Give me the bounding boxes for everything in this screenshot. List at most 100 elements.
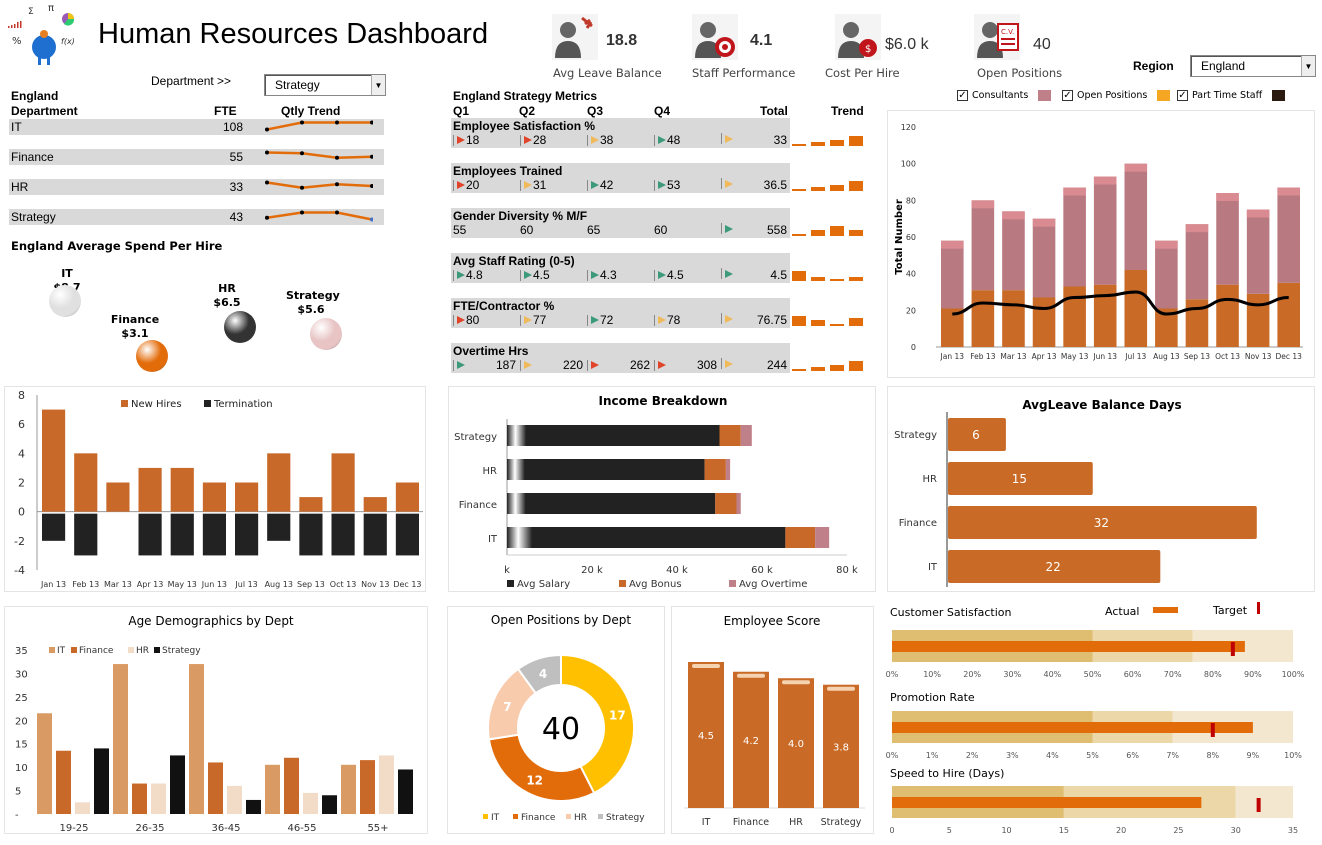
flag-pole (520, 134, 521, 146)
trend-bar (811, 230, 825, 236)
sparkline-line (266, 181, 373, 190)
staff-totals-chart-panel: 0 20 40 60 80 100 120 Total Number Jan 13 Feb 13 M… (887, 110, 1315, 378)
dept-name: HR (11, 180, 29, 194)
avg-bonus-bar (704, 459, 726, 480)
x-tick-label: 3% (1006, 751, 1019, 760)
avg-salary-bar (507, 493, 716, 514)
trend-bar (830, 279, 844, 281)
metric-quarter-cell: 4.8 (453, 268, 483, 282)
legend-swatch (1157, 90, 1171, 101)
hires-terminations-chart: -4 -2 0 2 4 6 8 Jan 13 Feb 13 Mar 13 Apr 13 May 13 J… (14, 389, 423, 589)
x-tick-label: Jul 13 (234, 580, 257, 589)
x-tick-label: Finance (733, 817, 769, 828)
x-tick-label: Aug 13 (265, 580, 293, 589)
staff-legend-item[interactable]: ✓ Open Positions (1062, 90, 1171, 101)
flag-pole (520, 314, 521, 326)
x-tick-label: 5% (1086, 751, 1099, 760)
metric-total: 36.5 (763, 178, 787, 192)
metrics-title: England Strategy Metrics (453, 89, 598, 103)
metric-quarter-cell: 28 (520, 133, 546, 147)
metric-row: FTE/Contractor % 80 77 72 78 76.75 (451, 298, 790, 328)
legend-label: IT (491, 813, 500, 823)
termination-bar (42, 513, 66, 541)
y-tick-label: 20 (906, 306, 916, 315)
region-dropdown-value: England (1201, 59, 1246, 73)
flag-pole (453, 359, 454, 371)
y-tick-label: 0 (18, 506, 25, 519)
sparkline-point (265, 215, 269, 220)
metric-total: 4.5 (770, 268, 787, 282)
flag-pole (520, 269, 521, 281)
person-plane-icon (552, 14, 598, 60)
donut-center-total: 40 (542, 712, 580, 747)
kpi-value: 40 (1033, 36, 1051, 53)
consultants-bar (1155, 240, 1178, 309)
x-tick-label: Feb 13 (72, 580, 99, 589)
department-selector-label: Department >> (151, 74, 232, 88)
staff-legend-item[interactable]: ✓ Part Time Staff (1177, 90, 1286, 101)
x-tick-label: 90% (1244, 670, 1262, 679)
spend-dept-name: HR (218, 282, 236, 295)
spend-sphere (310, 318, 342, 350)
x-tick-label: Nov 13 (1245, 352, 1272, 361)
y-tick-label: 80 (906, 196, 916, 205)
chevron-down-icon[interactable]: ▼ (1301, 56, 1315, 76)
legend-swatch (128, 647, 134, 653)
metric-row: Avg Staff Rating (0-5) 4.8 4.5 4.3 4.5 4.5 (451, 253, 790, 283)
legend-checkbox[interactable]: ✓ (957, 90, 968, 101)
legend-label: Strategy (606, 813, 645, 823)
flag-pole (520, 359, 521, 371)
x-tick-label: 5 (947, 826, 952, 835)
y-tick-label: 6 (18, 418, 25, 431)
svg-text:%: % (12, 36, 22, 47)
staff-legend-item[interactable]: ✓ Consultants (957, 90, 1052, 101)
legend-swatch (483, 814, 488, 819)
spend-sphere (49, 285, 81, 317)
metric-quarter-cell: 18 (453, 133, 479, 147)
termination-bar (299, 513, 323, 556)
flag-pole (453, 134, 454, 146)
department-dropdown[interactable]: Strategy ▼ (264, 74, 386, 96)
metric-quarter-cell: 38 (587, 133, 613, 147)
x-tick-label: 35 (1288, 826, 1298, 835)
region-dropdown[interactable]: England ▼ (1190, 55, 1316, 77)
spend-value: $6.5 (213, 296, 241, 309)
dept-fte: 108 (222, 120, 243, 134)
sparkline-line (266, 121, 372, 131)
metric-quarter-cell: 80 (453, 313, 479, 327)
metric-quarter-value: 187 (495, 358, 516, 372)
metric-trend-bars (792, 177, 864, 191)
x-tick-label: Oct 13 (330, 580, 357, 589)
x-tick-label: May 13 (1061, 352, 1089, 361)
spend-sphere (136, 340, 168, 372)
metric-quarter-cell: 65 (587, 223, 600, 237)
legend-swatch (1272, 90, 1286, 101)
metric-quarter-cell: 262 (587, 358, 650, 372)
status-flag-icon (725, 269, 733, 278)
trend-bar (849, 181, 863, 191)
region-label: Region (1133, 59, 1174, 73)
legend-label: HR (136, 646, 149, 656)
metric-quarter-value: 308 (696, 358, 717, 372)
metric-quarter-value: 4.8 (466, 268, 483, 282)
open-positions-bar (1216, 284, 1239, 347)
kpi-value: 18.8 (606, 32, 638, 49)
dept-row: Finance 55 (9, 149, 384, 165)
legend-checkbox[interactable]: ✓ (1062, 90, 1073, 101)
y-tick-label: 100 (901, 160, 916, 169)
it-age-bar (189, 664, 204, 814)
metric-name: Employees Trained (453, 164, 563, 178)
bullet-charts: Actual Target Customer Satisfaction 0% 10% 20… (886, 602, 1305, 835)
legend-checkbox[interactable]: ✓ (1177, 90, 1188, 101)
metric-total-flag (721, 223, 733, 234)
x-tick-label: Feb 13 (970, 352, 995, 361)
open-positions-bar (1277, 282, 1300, 347)
metric-quarter-value: 60 (520, 223, 534, 237)
chart-title: AvgLeave Balance Days (1022, 398, 1181, 412)
sparkline-point (335, 155, 339, 160)
it-age-bar (113, 664, 128, 814)
x-tick-label: Sep 13 (297, 580, 325, 589)
chevron-down-icon[interactable]: ▼ (371, 75, 385, 95)
metric-quarter-value: 53 (667, 178, 681, 192)
chart-title: Income Breakdown (599, 394, 728, 408)
